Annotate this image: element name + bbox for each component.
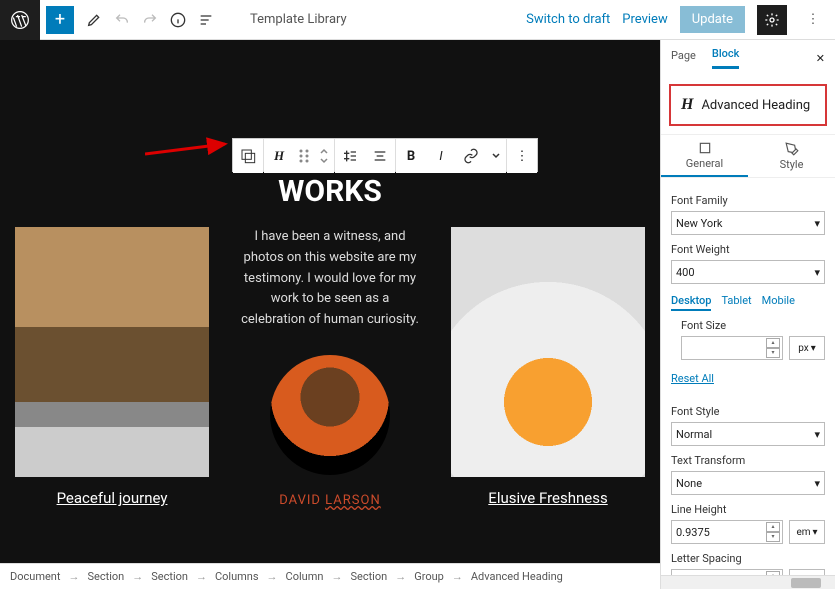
list-view-icon[interactable] bbox=[192, 6, 220, 34]
wordpress-logo[interactable] bbox=[0, 0, 40, 40]
drag-handle-icon[interactable] bbox=[294, 139, 314, 173]
crumb[interactable]: Group bbox=[414, 570, 444, 583]
info-icon[interactable] bbox=[164, 6, 192, 34]
edit-mode-icon[interactable] bbox=[80, 6, 108, 34]
caption-left[interactable]: Peaceful journey bbox=[57, 489, 168, 507]
label-font-style: Font Style bbox=[671, 405, 825, 418]
crumb[interactable]: Columns bbox=[215, 570, 259, 583]
settings-gear-icon[interactable] bbox=[757, 5, 787, 35]
chevron-down-icon: ▾ bbox=[814, 266, 820, 279]
general-style-tabs: General Style bbox=[661, 134, 835, 178]
tab-general[interactable]: General bbox=[661, 135, 748, 177]
block-type-icon[interactable]: H bbox=[264, 139, 294, 173]
column-right: Elusive Freshness bbox=[451, 227, 645, 508]
tab-style[interactable]: Style bbox=[748, 135, 835, 177]
general-icon bbox=[698, 141, 712, 155]
select-font-weight[interactable]: 400▾ bbox=[671, 260, 825, 284]
more-options-icon[interactable]: ⋮ bbox=[799, 6, 827, 34]
column-left: Peaceful journey bbox=[15, 227, 209, 508]
more-rich-text-icon[interactable] bbox=[486, 139, 506, 173]
select-parent-icon[interactable] bbox=[233, 139, 263, 173]
label-font-size: Font Size bbox=[681, 319, 825, 332]
switch-to-draft-button[interactable]: Switch to draft bbox=[526, 12, 610, 27]
image-mountain[interactable] bbox=[15, 227, 209, 477]
select-text-transform[interactable]: None▾ bbox=[671, 471, 825, 495]
sidebar-tabs: Page Block ✕ bbox=[661, 40, 835, 76]
link-icon[interactable] bbox=[456, 139, 486, 173]
select-font-family[interactable]: New York▾ bbox=[671, 211, 825, 235]
update-button[interactable]: Update bbox=[680, 6, 745, 33]
move-up-down-icon[interactable] bbox=[314, 139, 334, 173]
intro-paragraph[interactable]: I have been a witness, and photos on thi… bbox=[233, 227, 427, 331]
caption-right[interactable]: Elusive Freshness bbox=[488, 489, 607, 507]
undo-icon[interactable] bbox=[108, 6, 136, 34]
unit-font-size[interactable]: px▾ bbox=[789, 336, 825, 360]
tab-page[interactable]: Page bbox=[671, 49, 696, 68]
document-title[interactable]: Template Library bbox=[250, 12, 347, 27]
settings-sidebar: Page Block ✕ H Advanced Heading General … bbox=[660, 40, 835, 589]
author-name[interactable]: DAVID LARSON bbox=[233, 493, 427, 508]
label-letter-spacing: Letter Spacing bbox=[671, 552, 825, 565]
image-orange-drink[interactable] bbox=[451, 227, 645, 477]
label-text-transform: Text Transform bbox=[671, 454, 825, 467]
label-font-family: Font Family bbox=[671, 194, 825, 207]
block-title-label: Advanced Heading bbox=[701, 98, 810, 113]
column-center: I have been a witness, and photos on thi… bbox=[233, 227, 427, 508]
crumb[interactable]: Section bbox=[151, 570, 188, 583]
unit-line-height[interactable]: em▾ bbox=[789, 520, 825, 544]
sidebar-horizontal-scrollbar[interactable] bbox=[661, 575, 835, 589]
editor-canvas[interactable]: H B I ⋮ SEE MY WORKS bbox=[0, 40, 660, 563]
align-center-icon[interactable] bbox=[365, 139, 395, 173]
input-font-size[interactable]: ▴▾ bbox=[681, 336, 783, 360]
editor-topbar: + Template Library Switch to draft Previ… bbox=[0, 0, 835, 40]
author-avatar[interactable] bbox=[270, 355, 390, 475]
responsive-tabs: Desktop Tablet Mobile bbox=[671, 294, 825, 311]
tab-block[interactable]: Block bbox=[712, 47, 739, 69]
label-line-height: Line Height bbox=[671, 503, 825, 516]
select-font-style[interactable]: Normal▾ bbox=[671, 422, 825, 446]
tab-mobile[interactable]: Mobile bbox=[762, 294, 795, 311]
chevron-down-icon: ▾ bbox=[814, 217, 820, 230]
tab-desktop[interactable]: Desktop bbox=[671, 294, 711, 311]
preview-button[interactable]: Preview bbox=[622, 12, 667, 27]
italic-icon[interactable]: I bbox=[426, 139, 456, 173]
editor-canvas-wrap: H B I ⋮ SEE MY WORKS bbox=[0, 40, 660, 589]
top-actions: Switch to draft Preview Update ⋮ bbox=[526, 5, 835, 35]
style-icon bbox=[785, 142, 799, 156]
heading-works[interactable]: WORKS bbox=[15, 174, 645, 209]
bold-icon[interactable]: B bbox=[396, 139, 426, 173]
crumb[interactable]: Section bbox=[350, 570, 387, 583]
redo-icon[interactable] bbox=[136, 6, 164, 34]
advanced-heading-icon: H bbox=[681, 96, 693, 114]
block-toolbar: H B I ⋮ bbox=[232, 138, 538, 172]
crumb[interactable]: Column bbox=[286, 570, 324, 583]
label-font-weight: Font Weight bbox=[671, 243, 825, 256]
crumb[interactable]: Advanced Heading bbox=[471, 570, 563, 583]
reset-all-link[interactable]: Reset All bbox=[671, 372, 714, 385]
block-title-highlight: H Advanced Heading bbox=[669, 84, 827, 126]
crumb[interactable]: Document bbox=[10, 570, 60, 583]
block-breadcrumb: Document→ Section→ Section→ Columns→ Col… bbox=[0, 563, 660, 589]
align-justify-icon[interactable] bbox=[335, 139, 365, 173]
input-line-height[interactable]: 0.9375▴▾ bbox=[671, 520, 783, 544]
annotation-arrow bbox=[145, 132, 235, 166]
sidebar-body: Font Family New York▾ Font Weight 400▾ D… bbox=[661, 178, 835, 575]
tab-tablet[interactable]: Tablet bbox=[721, 294, 751, 311]
crumb[interactable]: Section bbox=[87, 570, 124, 583]
close-sidebar-icon[interactable]: ✕ bbox=[816, 52, 825, 65]
block-options-icon[interactable]: ⋮ bbox=[507, 139, 537, 173]
add-block-button[interactable]: + bbox=[46, 6, 74, 34]
